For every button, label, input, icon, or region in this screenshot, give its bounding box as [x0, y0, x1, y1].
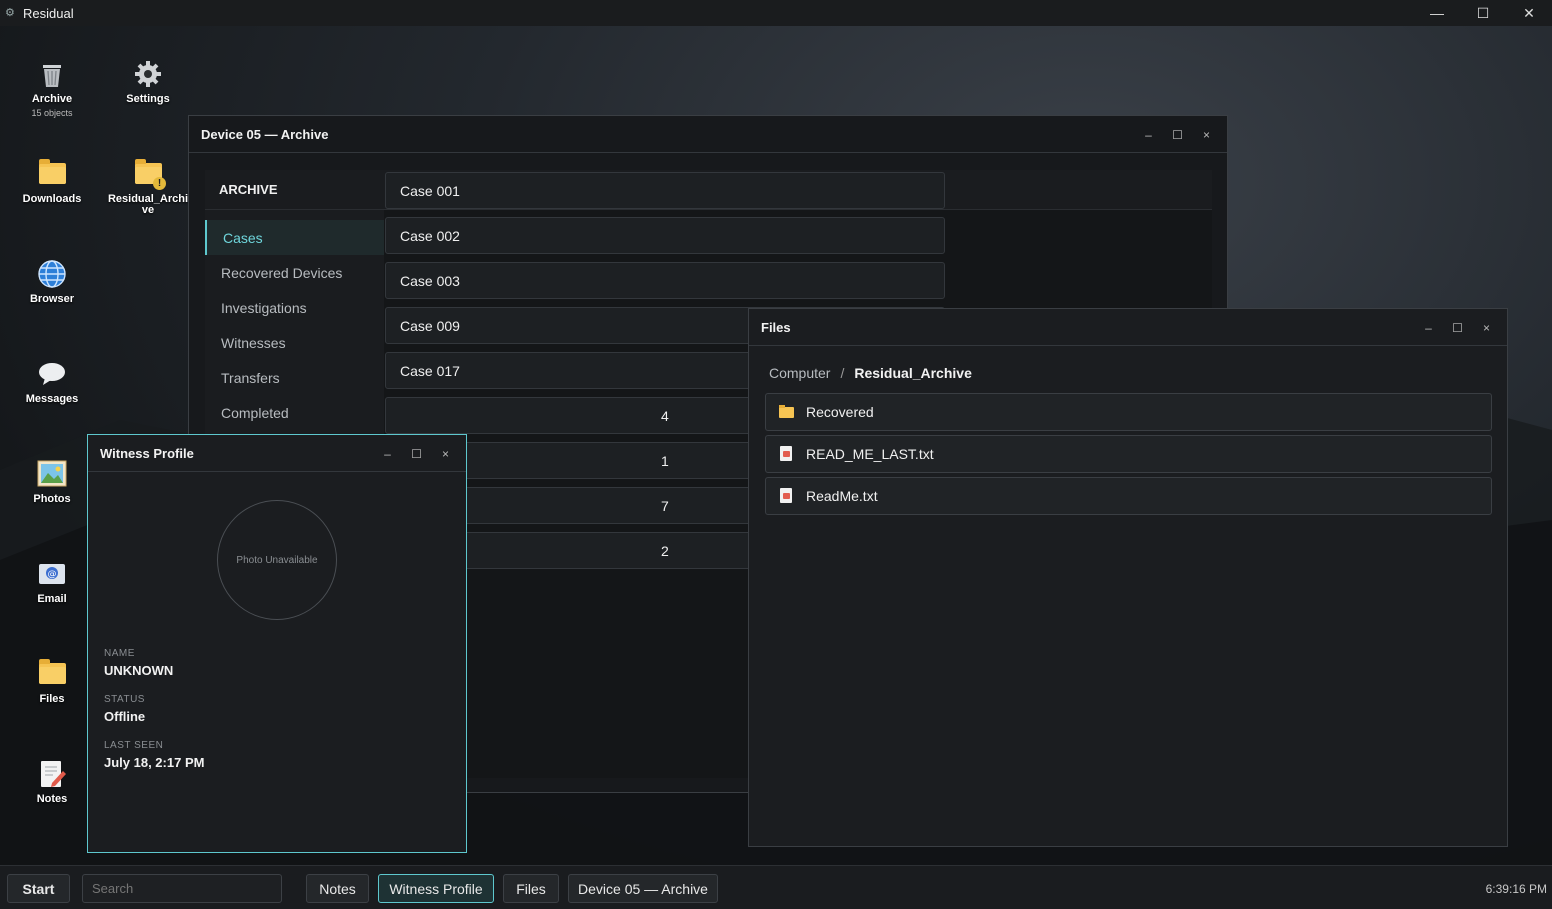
maximize-button[interactable]: ☐ [1163, 116, 1192, 153]
app-title: Residual [23, 5, 74, 21]
sidebar-item-cases[interactable]: Cases [205, 220, 384, 255]
trash-icon [36, 58, 68, 90]
maximize-button[interactable]: ☐ [1443, 309, 1472, 346]
breadcrumb: Computer / Residual_Archive [769, 365, 972, 381]
desktop-icon-sublabel: 15 objects [31, 108, 73, 118]
witness-window-titlebar[interactable]: Witness Profile – ☐ × [88, 435, 466, 472]
file-name: Recovered [806, 404, 874, 420]
case-row[interactable]: Case 002 [385, 217, 945, 254]
desktop-icon-archive[interactable]: Archive 15 objects [10, 58, 94, 118]
file-list: Recovered READ_ME_LAST.txt ReadMe.txt [765, 393, 1492, 519]
minimize-button[interactable]: – [1134, 116, 1163, 153]
globe-icon [36, 258, 68, 290]
field-last-seen: LAST SEEN July 18, 2:17 PM [104, 740, 204, 770]
avatar-placeholder: Photo Unavailable [217, 500, 337, 620]
folder-icon [778, 404, 794, 420]
breadcrumb-current: Residual_Archive [854, 365, 972, 381]
desktop-icon-settings[interactable]: Settings [106, 58, 190, 105]
warning-badge-icon: ! [153, 177, 166, 190]
mail-icon: @ [36, 558, 68, 590]
folder-icon [36, 158, 68, 190]
sidebar-item-witnesses[interactable]: Witnesses [205, 325, 384, 360]
archive-window-titlebar[interactable]: Device 05 — Archive – ☐ × [189, 116, 1227, 153]
window-title: Witness Profile [100, 445, 194, 461]
clock: 6:39:16 PM [1485, 882, 1547, 896]
desktop-icon-residual-archive[interactable]: ! Residual_Archive [106, 158, 190, 216]
desktop-icon-messages[interactable]: Messages [10, 358, 94, 405]
gear-icon: ⚙ [5, 7, 15, 19]
gear-icon [132, 58, 164, 90]
desktop-icon-photos[interactable]: Photos [10, 458, 94, 505]
breadcrumb-root[interactable]: Computer [769, 365, 830, 381]
file-row-readme[interactable]: ReadMe.txt [765, 477, 1492, 515]
taskbar: Start Notes Witness Profile Files Device… [0, 865, 1552, 909]
file-name: READ_ME_LAST.txt [806, 446, 934, 462]
field-label: NAME [104, 648, 135, 659]
taskbar-button-notes[interactable]: Notes [306, 874, 369, 903]
text-file-icon [778, 446, 794, 462]
desktop-icon-label: Settings [126, 93, 170, 105]
file-row-read-me-last[interactable]: READ_ME_LAST.txt [765, 435, 1492, 473]
window-title: Device 05 — Archive [201, 126, 329, 142]
desktop-icon-downloads[interactable]: Downloads [10, 158, 94, 205]
window-title: Files [761, 319, 791, 335]
app-titlebar: ⚙ Residual — ☐ ✕ [0, 0, 1552, 26]
taskbar-button-files[interactable]: Files [503, 874, 559, 903]
desktop-icon-label: Notes [36, 793, 68, 805]
desktop-icon-email[interactable]: @ Email [10, 558, 94, 605]
desktop-icon-label: Archive [31, 93, 73, 105]
field-label: STATUS [104, 694, 145, 705]
field-status: STATUS Offline [104, 694, 145, 724]
sidebar-item-completed[interactable]: Completed [205, 395, 384, 430]
sidebar-item-transfers[interactable]: Transfers [205, 360, 384, 395]
svg-text:@: @ [48, 570, 57, 580]
breadcrumb-separator: / [840, 365, 845, 381]
search-input[interactable] [82, 874, 282, 903]
sidebar-item-investigations[interactable]: Investigations [205, 290, 384, 325]
field-value: UNKNOWN [104, 663, 174, 678]
app-minimize-button[interactable]: — [1414, 0, 1460, 26]
text-file-icon [778, 488, 794, 504]
desktop-icon-browser[interactable]: Browser [10, 258, 94, 305]
field-value: Offline [104, 709, 146, 724]
close-button[interactable]: × [431, 435, 460, 472]
minimize-button[interactable]: – [373, 435, 402, 472]
desktop-icon-label: Messages [25, 393, 79, 405]
desktop-icon-files[interactable]: Files [10, 658, 94, 705]
start-button[interactable]: Start [7, 874, 70, 903]
chat-icon [36, 358, 68, 390]
field-value: July 18, 2:17 PM [104, 755, 205, 770]
desktop-icon-label: Browser [29, 293, 75, 305]
desktop-icon-notes[interactable]: Notes [10, 758, 94, 805]
desktop-icon-label: Photos [33, 493, 71, 505]
close-button[interactable]: × [1472, 309, 1501, 346]
witness-profile-window: Witness Profile – ☐ × Photo Unavailable … [87, 434, 467, 853]
sidebar-item-recovered-devices[interactable]: Recovered Devices [205, 255, 384, 290]
file-name: ReadMe.txt [806, 488, 878, 504]
desktop-icon-label: Email [37, 593, 67, 605]
field-name: NAME UNKNOWN [104, 648, 173, 678]
taskbar-button-archive[interactable]: Device 05 — Archive [568, 874, 718, 903]
maximize-button[interactable]: ☐ [402, 435, 431, 472]
app-close-button[interactable]: ✕ [1506, 0, 1552, 26]
desktop-icon-label: Downloads [22, 193, 82, 205]
close-button[interactable]: × [1192, 116, 1221, 153]
file-row-recovered[interactable]: Recovered [765, 393, 1492, 431]
minimize-button[interactable]: – [1414, 309, 1443, 346]
files-window: Files – ☐ × Computer / Residual_Archive … [748, 308, 1508, 847]
taskbar-button-witness-profile[interactable]: Witness Profile [378, 874, 494, 903]
desktop-icon-label: Files [39, 693, 65, 705]
notes-icon [36, 758, 68, 790]
desktop-icon-label: Residual_Archive [107, 193, 189, 216]
files-window-titlebar[interactable]: Files – ☐ × [749, 309, 1507, 346]
folder-warning-icon: ! [132, 158, 166, 190]
app-maximize-button[interactable]: ☐ [1460, 0, 1506, 26]
case-row[interactable]: Case 001 [385, 172, 945, 209]
case-row[interactable]: Case 003 [385, 262, 945, 299]
folder-icon [36, 658, 68, 690]
image-icon [36, 458, 68, 490]
field-label: LAST SEEN [104, 740, 164, 751]
